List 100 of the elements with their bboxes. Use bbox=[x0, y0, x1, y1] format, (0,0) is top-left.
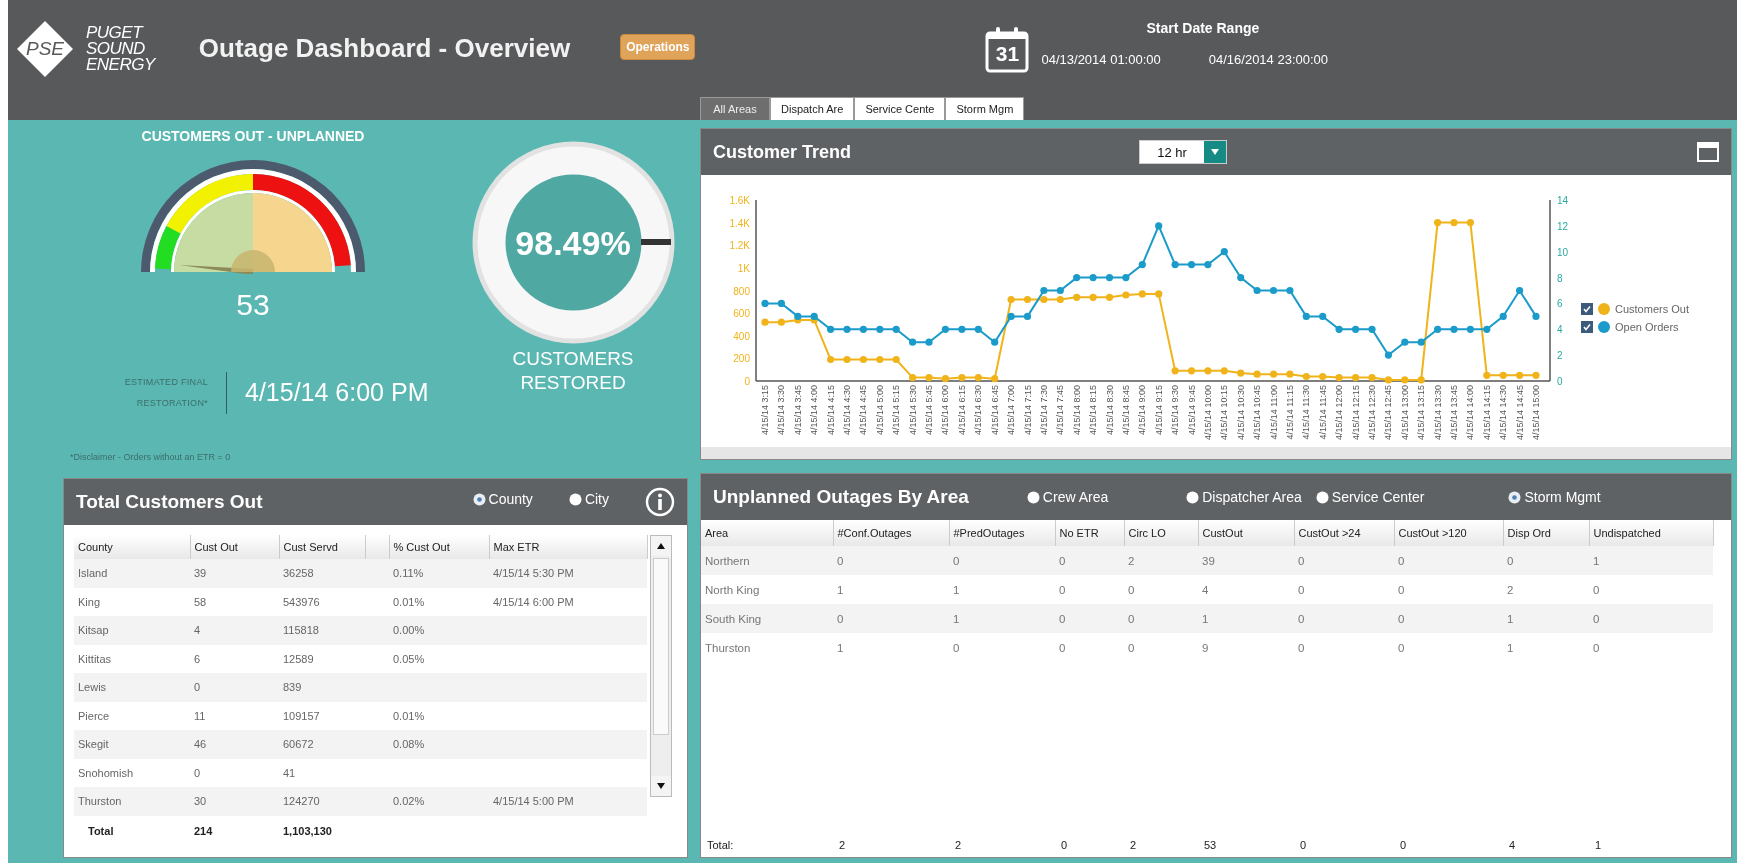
data-point bbox=[827, 355, 835, 364]
table-cell: Pierce bbox=[74, 701, 190, 730]
axis-label: 4/15/14 5:30 bbox=[907, 385, 918, 436]
data-point bbox=[1122, 291, 1130, 299]
tab[interactable]: All Areas bbox=[700, 97, 770, 120]
data-point bbox=[1401, 338, 1409, 346]
axis-label: 4 bbox=[1557, 324, 1563, 336]
total-cell-text: Total: bbox=[706, 839, 735, 851]
column-header[interactable]: CustOut >120 bbox=[1394, 520, 1503, 546]
column-header[interactable]: #PredOutages bbox=[949, 520, 1055, 546]
radio-icon[interactable] bbox=[1315, 490, 1329, 504]
range-dropdown[interactable]: 12 hr bbox=[1139, 140, 1228, 164]
axis-label: 4/15/14 4:15 bbox=[825, 385, 836, 436]
data-point bbox=[1401, 376, 1409, 384]
column-header[interactable]: Cust Servd bbox=[279, 535, 365, 559]
scroll-up-button[interactable] bbox=[650, 536, 671, 556]
down-arrow-icon bbox=[656, 783, 665, 789]
radio-selected-icon[interactable] bbox=[1508, 490, 1522, 504]
table-cell: 30 bbox=[190, 787, 279, 816]
axis-label: 4/15/14 11:45 bbox=[1317, 385, 1328, 440]
column-header[interactable]: Disp Ord bbox=[1503, 520, 1589, 546]
table-cell: 1 bbox=[1589, 546, 1713, 575]
table-cell: Kitsap bbox=[74, 616, 190, 645]
scroll-down-button[interactable] bbox=[650, 776, 671, 796]
data-point bbox=[991, 338, 999, 346]
table-cell: 39 bbox=[1198, 546, 1294, 575]
data-point bbox=[1286, 370, 1294, 378]
table-cell: 0 bbox=[1294, 604, 1394, 633]
radio-option[interactable]: County bbox=[472, 491, 533, 507]
data-point bbox=[1286, 286, 1294, 295]
axis-label: 4/15/14 11:00 bbox=[1268, 385, 1279, 440]
table-cell: 4/15/14 5:00 PM bbox=[489, 787, 647, 816]
radio-icon[interactable] bbox=[1186, 490, 1200, 504]
total-cell-text: 2 bbox=[1129, 839, 1138, 851]
tab[interactable]: Dispatch Are bbox=[770, 97, 855, 120]
data-point bbox=[1122, 274, 1130, 282]
axis-label: 4/15/14 14:30 bbox=[1498, 385, 1509, 441]
data-point bbox=[1007, 295, 1015, 304]
checkbox[interactable] bbox=[1581, 303, 1593, 315]
maximize-icon[interactable] bbox=[1697, 142, 1719, 162]
table-cell: 0 bbox=[1394, 604, 1503, 633]
data-point bbox=[827, 325, 835, 333]
up-arrow-icon bbox=[656, 543, 665, 549]
table-cell: 4/15/14 5:30 PM bbox=[489, 559, 647, 588]
column-header[interactable]: County bbox=[74, 535, 190, 559]
data-point bbox=[1253, 286, 1261, 295]
data-point bbox=[1138, 261, 1146, 269]
tab[interactable]: Storm Mgm bbox=[945, 97, 1025, 120]
data-point bbox=[1368, 325, 1376, 333]
radio-option[interactable]: Crew Area bbox=[1026, 489, 1109, 505]
data-point bbox=[1335, 374, 1343, 382]
data-point bbox=[1516, 286, 1524, 295]
table-cell: 0 bbox=[1055, 633, 1124, 662]
axis-label: 4/15/14 8:15 bbox=[1088, 385, 1099, 436]
table-cell: 46 bbox=[190, 730, 279, 759]
etr-value: 4/15/14 6:00 PM bbox=[245, 378, 429, 408]
column-header[interactable]: #Conf.Outages bbox=[833, 520, 949, 546]
radio-option[interactable]: Service Center bbox=[1315, 489, 1425, 505]
column-header[interactable]: % Cust Out bbox=[389, 535, 489, 559]
table-cell: 1 bbox=[949, 604, 1055, 633]
tab[interactable]: Service Cente bbox=[854, 97, 946, 120]
radio-icon[interactable] bbox=[1026, 490, 1040, 504]
table-cell: Thurston bbox=[74, 787, 190, 816]
data-point bbox=[1417, 338, 1425, 346]
radio-option[interactable]: City bbox=[568, 491, 609, 507]
column-header[interactable]: CustOut >24 bbox=[1294, 520, 1394, 546]
axis-label: 4/15/14 4:00 bbox=[809, 385, 820, 436]
radio-selected-icon[interactable] bbox=[472, 492, 486, 506]
data-point bbox=[843, 325, 851, 333]
axis-label: 600 bbox=[733, 308, 750, 320]
axis-label: 4/15/14 14:15 bbox=[1481, 385, 1492, 441]
axis-label: 400 bbox=[733, 330, 750, 342]
column-header[interactable]: CustOut bbox=[1198, 520, 1294, 546]
table-cell: 4 bbox=[190, 616, 279, 645]
total-cell-text: 2 bbox=[838, 839, 847, 851]
axis-label: 0 bbox=[1557, 376, 1563, 387]
table-cell: 0.02% bbox=[389, 787, 489, 816]
data-point bbox=[1483, 371, 1491, 379]
table-cell: 0 bbox=[1589, 604, 1713, 633]
table-cell: 0 bbox=[833, 546, 949, 575]
table-cell: 39 bbox=[190, 559, 279, 588]
radio-option[interactable]: Storm Mgmt bbox=[1508, 489, 1601, 505]
scrollbar-thumb[interactable] bbox=[652, 558, 669, 735]
radio-option[interactable]: Dispatcher Area bbox=[1186, 489, 1302, 505]
etr-label: ESTIMATED FINAL RESTORATION* bbox=[123, 375, 208, 410]
radio-icon[interactable] bbox=[568, 492, 582, 506]
disclaimer-text: *Disclaimer - Orders without an ETR = 0 bbox=[69, 452, 232, 464]
data-point bbox=[1007, 312, 1015, 320]
column-header[interactable]: Cust Out bbox=[190, 535, 279, 559]
data-point bbox=[1073, 274, 1081, 282]
column-header[interactable]: No ETR bbox=[1055, 520, 1124, 546]
checkbox[interactable] bbox=[1581, 321, 1593, 333]
column-header[interactable]: Max ETR bbox=[489, 535, 647, 559]
column-header[interactable]: Undispatched bbox=[1589, 520, 1713, 546]
axis-label: 4/15/14 8:00 bbox=[1071, 385, 1082, 436]
column-header[interactable]: Circ LO bbox=[1124, 520, 1198, 546]
info-icon[interactable] bbox=[645, 487, 675, 517]
column-header[interactable]: Area bbox=[701, 520, 833, 546]
axis-label: 0 bbox=[744, 376, 750, 387]
data-point bbox=[1105, 274, 1114, 282]
